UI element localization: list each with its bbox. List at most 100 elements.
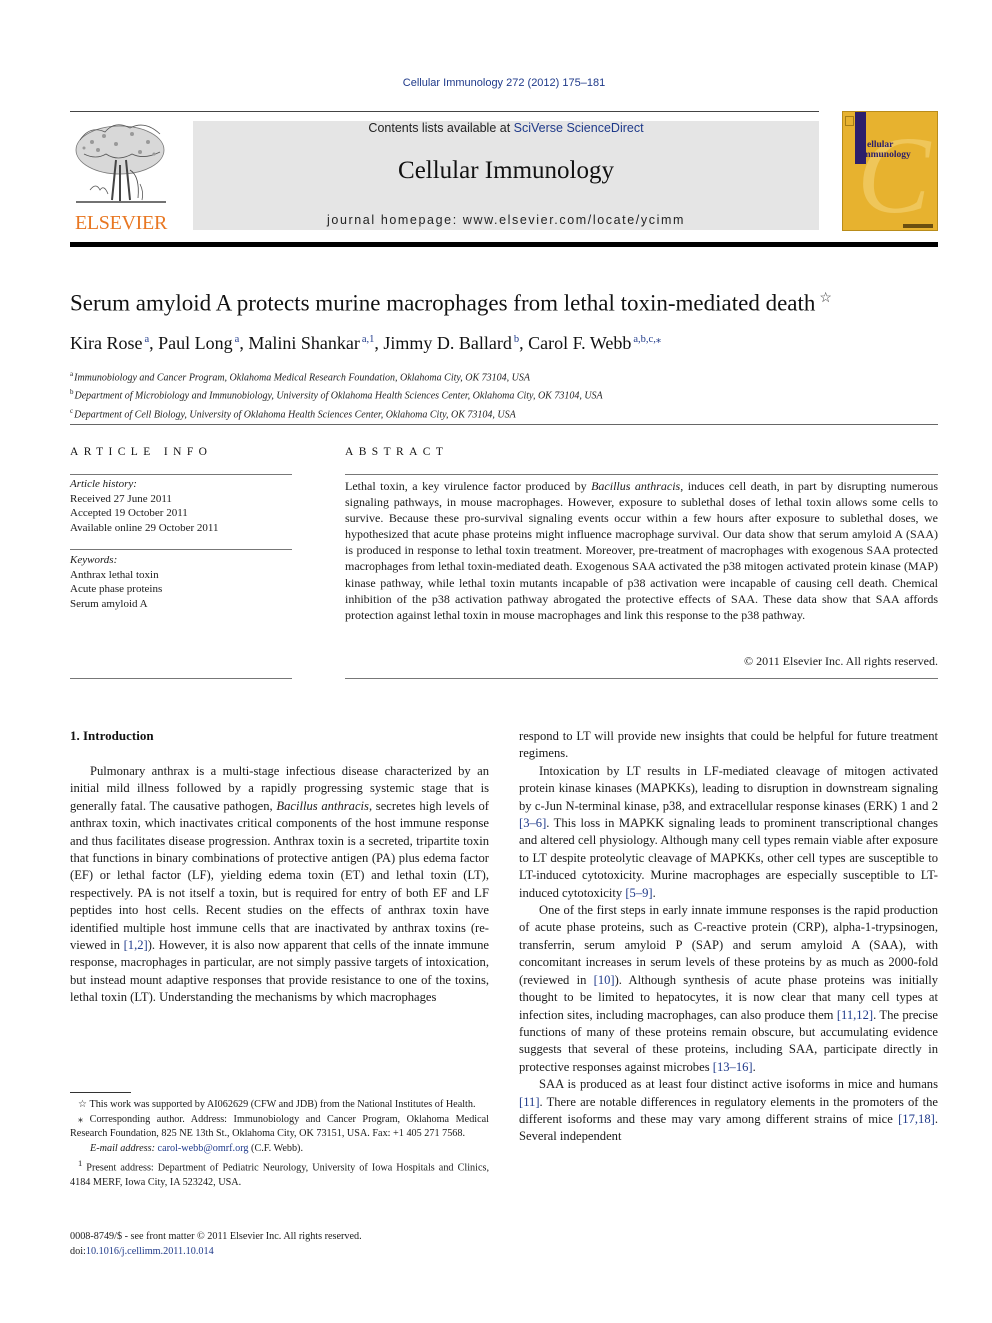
author-name: Kira Rose: [70, 333, 143, 353]
author[interactable]: Kira Rose a: [70, 333, 149, 353]
reference-link[interactable]: [11,12]: [837, 1008, 873, 1022]
article-info-rule-bottom: [70, 678, 292, 679]
keyword: Serum amyloid A: [70, 597, 148, 610]
author-affiliation-mark[interactable]: a,1: [362, 334, 375, 345]
article-title: Serum amyloid A protects murine macropha…: [70, 290, 832, 317]
article-history-label: Article history:: [70, 478, 137, 490]
journal-homepage-link[interactable]: journal homepage: www.elsevier.com/locat…: [193, 213, 819, 227]
author-separator: ,: [239, 333, 249, 353]
body-text: .: [652, 885, 656, 900]
reference-link[interactable]: [10]: [594, 973, 615, 987]
body-paragraph: One of the first steps in early innate i…: [519, 902, 938, 1076]
reference-link[interactable]: [5–9]: [625, 886, 652, 900]
author[interactable]: Carol F. Webb a,b,c,⁎: [528, 333, 661, 353]
article-info-rule-top: [70, 474, 292, 475]
reference-link[interactable]: [13–16]: [713, 1060, 753, 1074]
cover-title: ellular Immunology: [859, 140, 911, 160]
affiliation: aImmunobiology and Cancer Program, Oklah…: [70, 367, 603, 385]
article-history: Article history: Received 27 June 2011 A…: [70, 477, 218, 535]
keywords-label: Keywords:: [70, 554, 118, 566]
body-left-column: Pulmonary anthrax is a multi-stage infec…: [70, 763, 489, 1007]
footnote-corresponding-author: ⁎ Corresponding author. Address: Immunob…: [70, 1113, 489, 1140]
affiliation-key: a: [70, 370, 74, 378]
cover-title-line2: Immunology: [859, 150, 911, 160]
body-paragraph-continuation: respond to LT will provide new insights …: [519, 729, 938, 761]
abstract-organism-name: Bacillus anthracis: [591, 479, 681, 493]
body-text: . This loss in MAPKK signaling leads to …: [519, 816, 938, 900]
keyword: Acute phase proteins: [70, 583, 163, 595]
reference-link[interactable]: [1,2]: [124, 938, 148, 952]
footnote-funding: ☆ This work was supported by AI062629 (C…: [78, 1099, 476, 1110]
cover-emblem-icon: [845, 116, 854, 126]
body-text: SAA is produced as at least four distinc…: [539, 1077, 938, 1092]
author[interactable]: Malini Shankar a,1: [248, 333, 374, 353]
article-info-rule-mid: [70, 549, 292, 550]
cover-title-line1: ellular: [867, 140, 894, 150]
abstract-rule-top: [345, 474, 938, 475]
issn-line: 0008-8749/$ - see front matter © 2011 El…: [70, 1231, 362, 1242]
history-accepted: Accepted 19 October 2011: [70, 507, 188, 519]
journal-cover-image: C ellular Immunology: [842, 111, 938, 231]
masthead-divider: [70, 242, 938, 247]
author[interactable]: Paul Long a: [158, 333, 239, 353]
journal-citation-link[interactable]: Cellular Immunology 272 (2012) 175–181: [0, 77, 992, 89]
author[interactable]: Jimmy D. Ballard b: [383, 333, 519, 353]
journal-name: Cellular Immunology: [398, 157, 614, 184]
footnote-email: E-mail address: carol-webb@omrf.org (C.F…: [70, 1142, 489, 1157]
body-paragraph: SAA is produced as at least four distinc…: [519, 1076, 938, 1146]
author-affiliation-mark[interactable]: a,b,c,⁎: [633, 334, 661, 345]
keywords: Keywords: Anthrax lethal toxin Acute pha…: [70, 553, 162, 611]
contents-prefix: Contents lists available at: [368, 121, 514, 135]
reference-link[interactable]: [11]: [519, 1095, 540, 1109]
author-name: Malini Shankar: [248, 333, 360, 353]
body-text: Intoxication by LT results in LF-mediate…: [519, 763, 938, 813]
abstract-text: Lethal toxin, a key virulence factor pro…: [345, 478, 938, 623]
affiliation: cDepartment of Cell Biology, University …: [70, 404, 603, 422]
abstract-copyright: © 2011 Elsevier Inc. All rights reserved…: [744, 654, 938, 668]
title-footnote-star-icon[interactable]: ☆: [819, 291, 832, 306]
contents-availability: Contents lists available at SciVerse Sci…: [193, 121, 819, 135]
history-received: Received 27 June 2011: [70, 492, 172, 505]
reference-link[interactable]: [17,18]: [898, 1112, 935, 1126]
affiliation: bDepartment of Microbiology and Immunobi…: [70, 385, 603, 403]
email-link[interactable]: carol-webb@omrf.org: [158, 1143, 249, 1154]
body-text: .: [752, 1059, 756, 1074]
doi-link[interactable]: 10.1016/j.cellimm.2011.10.014: [86, 1246, 214, 1257]
author-name: Paul Long: [158, 333, 233, 353]
abstract-rule-bottom: [345, 678, 938, 679]
abstract-text-part: , induces cell death, in part by disrupt…: [345, 479, 938, 622]
body-right-column: respond to LT will provide new insights …: [519, 728, 938, 1146]
author-name: Jimmy D. Ballard: [383, 333, 512, 353]
article-title-text: Serum amyloid A protects murine macropha…: [70, 290, 816, 316]
email-suffix: (C.F. Webb).: [248, 1142, 303, 1154]
reference-link[interactable]: [3–6]: [519, 816, 546, 830]
sciencedirect-link[interactable]: SciVerse ScienceDirect: [514, 121, 644, 135]
abstract-text-part: Lethal toxin, a key virulence factor pro…: [345, 479, 592, 493]
footnote-present-address: 1 Present address: Department of Pediatr…: [70, 1156, 489, 1190]
affiliation-text: Department of Microbiology and Immunobio…: [74, 390, 603, 402]
body-paragraph: Pulmonary anthrax is a multi-stage infec…: [70, 763, 489, 1007]
cover-big-letter: C: [857, 114, 931, 231]
affiliation-key: b: [70, 388, 74, 397]
body-paragraph: Intoxication by LT results in LF-mediate…: [519, 763, 938, 902]
elsevier-wordmark: ELSEVIER: [74, 212, 168, 234]
history-available-online: Available online 29 October 2011: [70, 521, 219, 534]
organism-name: Bacillus anthracis: [276, 798, 369, 813]
article-info-heading: ARTICLE INFO: [70, 446, 213, 458]
author-separator: ,: [149, 333, 159, 353]
author-list: Kira Rose a, Paul Long a, Malini Shankar a,…: [70, 333, 661, 354]
front-matter: 0008-8749/$ - see front matter © 2011 El…: [70, 1230, 362, 1259]
affiliations: aImmunobiology and Cancer Program, Oklah…: [70, 367, 603, 422]
author-separator: ,: [374, 333, 384, 353]
doi-prefix: doi:: [70, 1245, 86, 1257]
footnote-rule: [70, 1092, 131, 1093]
affiliations-divider: [70, 424, 938, 425]
cover-footer: [903, 224, 933, 228]
footnote-text: Present address: Department of Pediatric…: [70, 1162, 489, 1188]
section-heading-introduction: 1. Introduction: [70, 728, 154, 743]
affiliation-text: Department of Cell Biology, University o…: [74, 408, 516, 420]
doi-line: doi:10.1016/j.cellimm.2011.10.014: [70, 1245, 362, 1260]
affiliation-text: Immunobiology and Cancer Program, Oklaho…: [74, 372, 530, 384]
abstract-heading: ABSTRACT: [345, 446, 449, 458]
header-rule: [70, 111, 819, 112]
